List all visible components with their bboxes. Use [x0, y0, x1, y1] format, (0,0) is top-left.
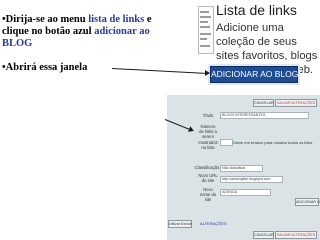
panel-title: Lista de links [216, 2, 297, 18]
changes-link[interactable]: ALTERAÇÕES [200, 221, 227, 226]
menu-link-reference: lista de links [88, 14, 145, 25]
remove-button[interactable]: Utilizar Excluir [168, 220, 192, 228]
save-changes-button-bottom[interactable]: SALVAR ALTERAÇÕES [275, 231, 317, 239]
save-changes-button[interactable]: SALVAR ALTERAÇÕES [275, 99, 317, 107]
new-url-label: Novo URL do site [198, 173, 218, 184]
instruction-line-2: clique no botão azul adicionar ao [2, 26, 150, 38]
instruction-text: •Dirija-se ao menu [2, 14, 89, 25]
new-name-label: Novo nome do site [199, 187, 217, 203]
sort-select[interactable]: Não classificar [220, 165, 263, 172]
title-label: Título [202, 113, 214, 118]
link-list-thumbnail-icon [198, 6, 214, 54]
new-name-field[interactable]: ADENGA [220, 189, 271, 196]
button-reference: adicionar ao [94, 26, 150, 37]
instruction-line-4: •Abrirá essa janela [2, 62, 88, 73]
sort-label: Classificação [194, 165, 220, 170]
instruction-line-3: BLOG [2, 38, 33, 49]
add-to-blog-button[interactable]: ADICIONAR AO BLOG [210, 66, 298, 83]
add-link-button[interactable]: ADICIONAR LINK [295, 198, 320, 206]
cancel-button[interactable]: CANCELAR [253, 99, 274, 107]
new-url-field[interactable]: http://aesenglish.blogspot.com [220, 176, 283, 183]
link-count-field[interactable] [220, 139, 233, 146]
link-count-label: Número de links a serem mostrados na lis… [198, 124, 218, 150]
arrow-line [111, 68, 208, 75]
arrow-head-icon [205, 70, 210, 76]
cancel-button-bottom[interactable]: CANCELAR [253, 231, 274, 239]
instruction-line-1: •Dirija-se ao menu lista de links e [2, 14, 152, 26]
instruction-text: clique no botão azul [2, 26, 95, 37]
instruction-text: e [144, 14, 152, 25]
title-field[interactable]: BLOGS INTERESSANTES [220, 112, 309, 119]
link-count-hint: Deixe em branco para mostrar todos os li… [233, 140, 313, 145]
